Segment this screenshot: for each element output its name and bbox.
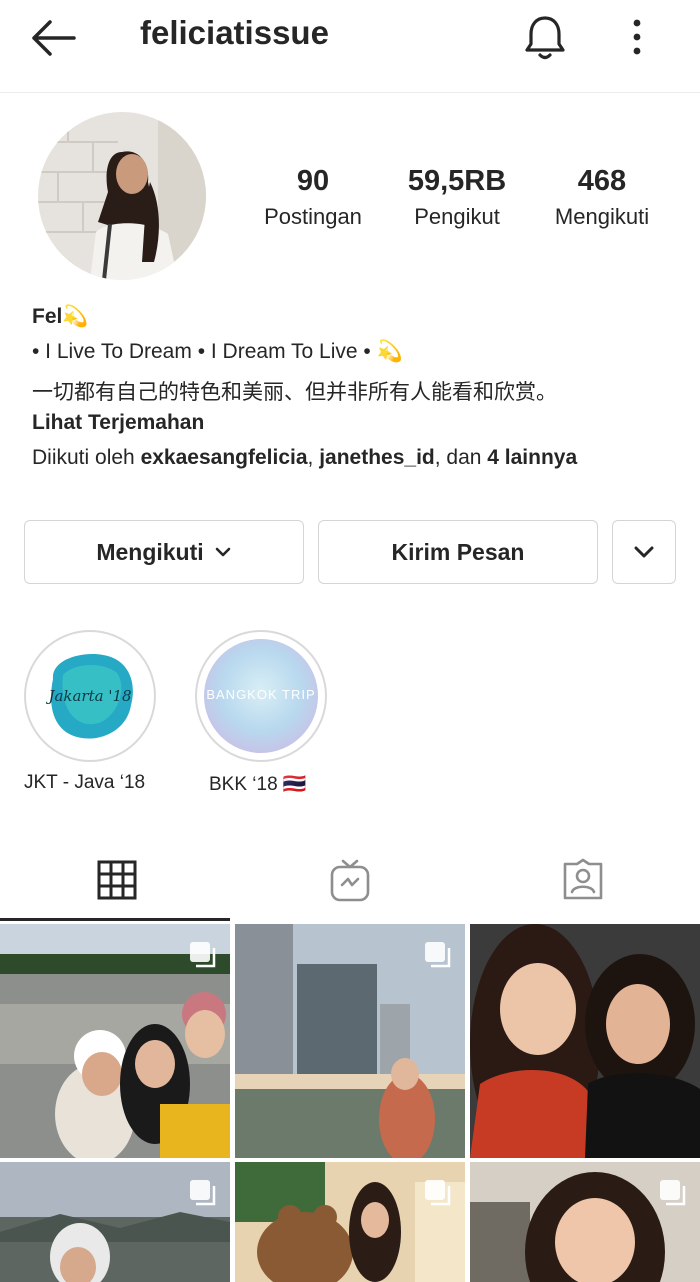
separator: , — [307, 446, 320, 469]
tab-igtv[interactable] — [233, 840, 466, 920]
tab-grid[interactable] — [0, 840, 233, 920]
following-count[interactable]: 468 Mengikuti — [540, 164, 664, 232]
follower-link[interactable]: exkaesangfelicia — [141, 446, 308, 469]
stat-label: Pengikut — [414, 204, 500, 229]
highlight-cover-text: BANGKOK TRIP — [206, 687, 315, 702]
chevron-down-icon — [215, 547, 230, 557]
followed-by-text[interactable]: Diikuti oleh exkaesangfelicia, janethes_… — [32, 446, 577, 470]
igtv-icon — [330, 859, 369, 902]
separator: , dan — [434, 446, 488, 469]
message-button[interactable]: Kirim Pesan — [318, 520, 598, 584]
chevron-down-icon — [634, 546, 654, 558]
highlight-label: BKK ‘18 🇹🇭 — [209, 774, 307, 795]
profile-username: feliciatissue — [140, 14, 329, 51]
multiple-photos-icon — [190, 1180, 216, 1206]
suggestions-button[interactable] — [612, 520, 676, 584]
profile-avatar[interactable] — [38, 112, 206, 280]
follower-link[interactable]: janethes_id — [319, 446, 435, 469]
multiple-photos-icon — [660, 1180, 686, 1206]
posts-count[interactable]: 90 Postingan — [248, 164, 378, 232]
following-button[interactable]: Mengikuti — [24, 520, 304, 584]
highlight-cover-text: Jakarta '18 — [45, 687, 131, 705]
tagged-icon — [563, 858, 602, 900]
active-tab-indicator — [0, 918, 230, 921]
bell-icon[interactable] — [520, 12, 570, 62]
multiple-photos-icon — [425, 1180, 451, 1206]
highlight-cover: Jakarta '18 — [33, 639, 147, 753]
more-vertical-icon[interactable] — [620, 14, 654, 60]
followers-count[interactable]: 59,5RB Pengikut — [396, 164, 518, 232]
profile-name: Fel💫 — [32, 305, 89, 328]
bio-line: • I Live To Dream • I Dream To Live • 💫 — [32, 340, 403, 363]
stat-label: Postingan — [264, 204, 362, 229]
posts-grid — [0, 922, 700, 1282]
multiple-photos-icon — [425, 942, 451, 968]
followed-by-prefix: Diikuti oleh — [32, 446, 141, 469]
stat-label: Mengikuti — [554, 204, 650, 229]
story-highlight[interactable]: Jakarta '18 — [24, 630, 156, 762]
post-thumbnail[interactable] — [0, 924, 230, 1158]
message-button-label: Kirim Pesan — [391, 538, 525, 565]
back-arrow-icon[interactable] — [28, 14, 80, 62]
stat-value: 59,5RB — [407, 165, 507, 197]
tab-tagged[interactable] — [466, 840, 699, 920]
grid-icon — [97, 860, 136, 900]
post-thumbnail[interactable] — [235, 1162, 465, 1282]
more-followers-link[interactable]: 4 lainnya — [487, 446, 577, 469]
post-thumbnail[interactable] — [235, 924, 465, 1158]
story-highlight[interactable]: BANGKOK TRIP — [195, 630, 327, 762]
bio-line: 一切都有自己的特色和美丽、但并非所有人能看和欣赏。 — [32, 381, 557, 404]
top-bar: feliciatissue — [0, 0, 700, 93]
stat-value: 90 — [296, 165, 330, 197]
post-thumbnail[interactable] — [470, 924, 700, 1158]
post-thumbnail[interactable] — [0, 1162, 230, 1282]
see-translation-link[interactable]: Lihat Terjemahan — [32, 411, 204, 435]
following-button-label: Mengikuti — [96, 538, 204, 565]
stat-value: 468 — [577, 165, 627, 197]
profile-tabs — [0, 840, 700, 920]
highlight-cover: BANGKOK TRIP — [204, 639, 318, 753]
post-thumbnail[interactable] — [470, 1162, 700, 1282]
highlight-label: JKT - Java ‘18 — [24, 772, 146, 793]
multiple-photos-icon — [190, 942, 216, 968]
